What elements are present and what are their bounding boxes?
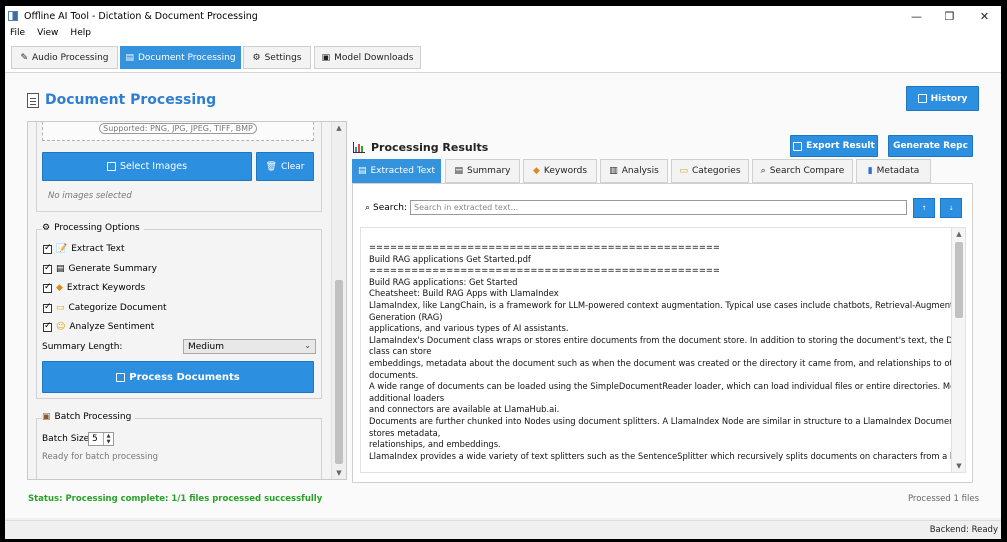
- processed-count: Processed 1 files: [907, 494, 979, 504]
- history-button[interactable]: History: [906, 86, 979, 111]
- minimize-icon[interactable]: —: [899, 6, 934, 26]
- export-icon: [793, 141, 803, 151]
- no-images-label: No images selected: [48, 191, 132, 201]
- title-bar: Offline AI Tool - Dictation & Document P…: [5, 6, 1001, 26]
- option-categorize-document[interactable]: ▭Categorize Document: [43, 302, 167, 313]
- search-icon: ⌕: [365, 202, 371, 213]
- process-documents-button[interactable]: Process Documents: [42, 361, 314, 393]
- tab-keywords[interactable]: ◆ Keywords: [523, 159, 597, 183]
- tab-model-downloads[interactable]: ▣ Model Downloads: [314, 46, 421, 69]
- box-icon: ▣: [321, 52, 331, 63]
- history-icon: [917, 94, 927, 103]
- extracted-text-content: ========================================…: [369, 242, 965, 461]
- tab-audio-processing[interactable]: ✎ Audio Processing: [11, 46, 118, 69]
- categorize-document-checkbox[interactable]: [43, 302, 52, 313]
- box-icon: ▣: [42, 412, 51, 422]
- extracted-text-panel: ⌕ Search: Search in extracted text... ↑ …: [352, 183, 973, 483]
- arrow-up-icon: ↑: [921, 204, 927, 212]
- tab-extracted-text[interactable]: ▤ Extracted Text: [352, 159, 441, 183]
- generate-report-button[interactable]: Generate Repc: [888, 135, 973, 157]
- option-extract-text[interactable]: 📝Extract Text: [43, 243, 125, 254]
- menu-bar: File View Help: [5, 26, 1001, 40]
- document-processing-page: Document Processing History Supported: P…: [5, 73, 1001, 518]
- window-title: Offline AI Tool - Dictation & Document P…: [24, 10, 258, 22]
- scroll-up-icon[interactable]: ▲: [952, 230, 965, 238]
- option-generate-summary[interactable]: ▤Generate Summary: [43, 263, 157, 274]
- tab-summary[interactable]: ▤ Summary: [445, 159, 520, 183]
- option-extract-keywords[interactable]: ◆Extract Keywords: [43, 282, 145, 293]
- option-analyze-sentiment[interactable]: ☺Analyze Sentiment: [43, 321, 154, 332]
- folder-icon: ▭: [56, 303, 65, 313]
- bar-chart-icon: ▥: [609, 166, 618, 176]
- gear-icon: ⚙: [42, 223, 51, 233]
- close-icon[interactable]: ✕: [967, 6, 1001, 26]
- menu-file[interactable]: File: [10, 28, 25, 38]
- status-message: Status: Processing complete: 1/1 files p…: [28, 494, 323, 504]
- spinner-arrows-icon[interactable]: ▲ ▼: [103, 433, 113, 445]
- scroll-down-icon[interactable]: ▼: [332, 469, 346, 477]
- left-options-panel: Supported: PNG, JPG, JPEG, TIFF, BMP Sel…: [27, 121, 347, 480]
- processing-options-title: ⚙ Processing Options: [42, 223, 144, 233]
- tag-icon: ◆: [56, 283, 63, 293]
- batch-size-spinner[interactable]: 5 ▲ ▼: [88, 432, 114, 446]
- search-icon: ⌕: [760, 166, 766, 176]
- notepad-icon: 📝: [56, 244, 68, 254]
- search-row: ⌕ Search: Search in extracted text...: [365, 200, 907, 215]
- info-icon: ▮: [867, 166, 873, 176]
- tab-categories[interactable]: ▭ Categories: [671, 159, 749, 183]
- document-icon: [27, 92, 39, 108]
- left-panel-scrollbar[interactable]: ▲ ▼: [331, 122, 346, 479]
- analyze-sentiment-checkbox[interactable]: [43, 321, 52, 332]
- tag-icon: ◆: [532, 166, 540, 176]
- search-next-button[interactable]: ↓: [940, 198, 962, 218]
- menu-help[interactable]: Help: [70, 28, 91, 38]
- batch-group-frame: [36, 418, 322, 479]
- arrow-down-icon: ↓: [948, 204, 954, 212]
- extracted-text-area[interactable]: ========================================…: [360, 227, 966, 473]
- document-icon: ▤: [357, 166, 367, 176]
- batch-processing-title: ▣ Batch Processing: [42, 412, 136, 422]
- page-title: Document Processing: [27, 92, 216, 108]
- tab-metadata[interactable]: ▮ Metadata: [856, 159, 931, 183]
- smiley-icon: ☺: [56, 322, 66, 332]
- app-window: Offline AI Tool - Dictation & Document P…: [5, 6, 1001, 539]
- folder-icon: ▭: [679, 166, 688, 176]
- chevron-down-icon: ⌄: [304, 341, 311, 350]
- batch-status-label: Ready for batch processing: [42, 452, 158, 462]
- list-icon: ▤: [56, 264, 65, 274]
- document-icon: ▤: [125, 52, 134, 63]
- generate-summary-checkbox[interactable]: [43, 263, 52, 274]
- scroll-down-icon[interactable]: ▼: [952, 462, 965, 470]
- status-bar: Backend: Ready: [5, 520, 1001, 539]
- restore-icon[interactable]: ❐: [932, 6, 967, 26]
- scroll-thumb[interactable]: [335, 280, 343, 464]
- summary-length-select[interactable]: Medium ⌄: [183, 339, 316, 354]
- text-scrollbar[interactable]: ▲ ▼: [951, 228, 965, 472]
- tab-search-compare[interactable]: ⌕ Search Compare: [752, 159, 853, 183]
- batch-size-label: Batch Size:: [42, 434, 93, 444]
- extract-text-checkbox[interactable]: [43, 243, 52, 254]
- app-icon: [8, 11, 18, 21]
- pen-icon: ✎: [20, 52, 29, 63]
- tab-analysis[interactable]: ▥ Analysis: [600, 159, 668, 183]
- search-input[interactable]: Search in extracted text...: [410, 200, 907, 215]
- extract-keywords-checkbox[interactable]: [43, 282, 52, 293]
- results-title: Processing Results: [353, 141, 488, 154]
- tab-settings[interactable]: ⚙ Settings: [243, 46, 311, 69]
- gear-icon: ⚙: [252, 52, 261, 63]
- search-label: Search:: [373, 202, 407, 213]
- menu-view[interactable]: View: [37, 28, 58, 38]
- export-result-button[interactable]: Export Result: [790, 135, 878, 157]
- main-tab-bar: ✎ Audio Processing ▤ Document Processing ⚙…: [5, 40, 1001, 73]
- process-icon: [116, 372, 126, 382]
- text-scroll-thumb[interactable]: [955, 242, 963, 318]
- list-icon: ▤: [454, 166, 463, 176]
- tab-document-processing[interactable]: ▤ Document Processing: [120, 46, 241, 69]
- bar-chart-icon: [353, 142, 365, 153]
- summary-length-label: Summary Length:: [42, 342, 123, 352]
- scroll-up-icon[interactable]: ▲: [332, 124, 346, 132]
- search-prev-button[interactable]: ↑: [913, 198, 935, 218]
- backend-status: Backend: Ready: [929, 525, 998, 535]
